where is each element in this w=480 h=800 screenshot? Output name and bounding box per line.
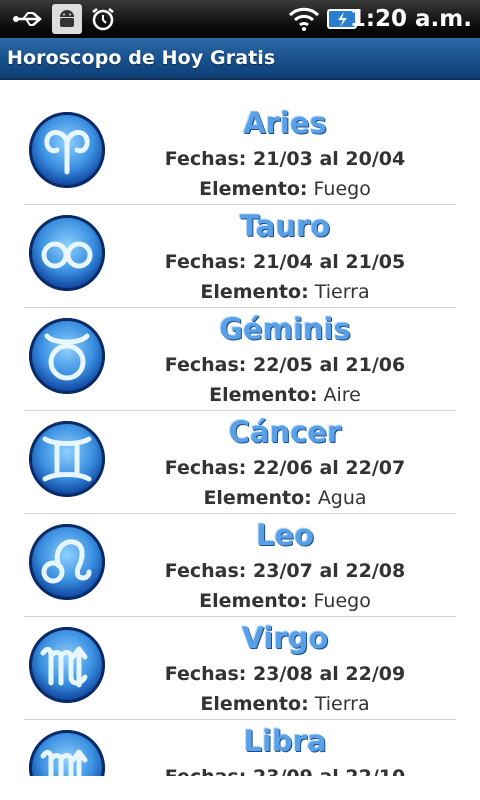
sign-element: Elemento: Tierra	[200, 281, 370, 303]
sign-element: Elemento: Agua	[203, 487, 367, 509]
sign-row-geminis[interactable]: Géminis Fechas: 22/05 al 21/06 Elemento:…	[24, 308, 456, 411]
sign-row-libra[interactable]: Libra Fechas: 23/09 al 22/10	[24, 720, 456, 776]
sign-dates: Fechas: 23/07 al 22/08	[164, 560, 406, 582]
sign-element: Elemento: Fuego	[199, 590, 371, 612]
sign-name: Cáncer	[228, 415, 342, 449]
sign-dates: Fechas: 22/06 al 22/07	[164, 457, 406, 479]
sign-row-cancer[interactable]: Cáncer Fechas: 22/06 al 22/07 Elemento: …	[24, 411, 456, 514]
gemini-icon	[29, 318, 105, 394]
libra-icon	[29, 730, 105, 776]
status-bar: 1:20 a.m.	[0, 0, 480, 38]
sign-row-aries[interactable]: Aries Fechas: 21/03 al 20/04 Elemento: F…	[24, 102, 456, 205]
title-bar: Horoscopo de Hoy Gratis	[0, 38, 480, 80]
virgo-icon	[29, 627, 105, 703]
aries-icon	[29, 112, 105, 188]
cancer-icon	[29, 421, 105, 497]
sign-dates: Fechas: 23/09 al 22/10	[114, 766, 456, 776]
clock: 1:20 a.m.	[349, 6, 472, 32]
sign-element: Elemento: Aire	[209, 384, 361, 406]
sign-name: Tauro	[239, 209, 331, 243]
sign-name: Leo	[255, 518, 315, 552]
usb-icon	[10, 4, 46, 34]
sign-dates: Fechas: 23/08 al 22/09	[164, 663, 406, 685]
alarm-icon	[88, 4, 118, 34]
taurus-icon	[29, 215, 105, 291]
sign-dates: Fechas: 22/05 al 21/06	[164, 354, 406, 376]
sign-name: Géminis	[219, 312, 351, 346]
sign-row-tauro[interactable]: Tauro Fechas: 21/04 al 21/05 Elemento: T…	[24, 205, 456, 308]
app-title: Horoscopo de Hoy Gratis	[7, 47, 276, 69]
sign-list: Aries Fechas: 21/03 al 20/04 Elemento: F…	[0, 80, 480, 776]
sign-dates: Fechas: 21/03 al 20/04	[164, 148, 406, 170]
leo-icon	[29, 524, 105, 600]
wifi-icon	[286, 4, 322, 34]
sign-name: Aries	[243, 106, 327, 140]
sign-element: Elemento: Tierra	[200, 693, 370, 715]
sign-element: Elemento: Fuego	[199, 178, 371, 200]
sign-dates: Fechas: 21/04 al 21/05	[164, 251, 406, 273]
android-debug-icon	[52, 4, 82, 34]
sign-name: Virgo	[241, 621, 329, 655]
sign-row-virgo[interactable]: Virgo Fechas: 23/08 al 22/09 Elemento: T…	[24, 617, 456, 720]
sign-name: Libra	[243, 724, 327, 758]
sign-row-leo[interactable]: Leo Fechas: 23/07 al 22/08 Elemento: Fue…	[24, 514, 456, 617]
